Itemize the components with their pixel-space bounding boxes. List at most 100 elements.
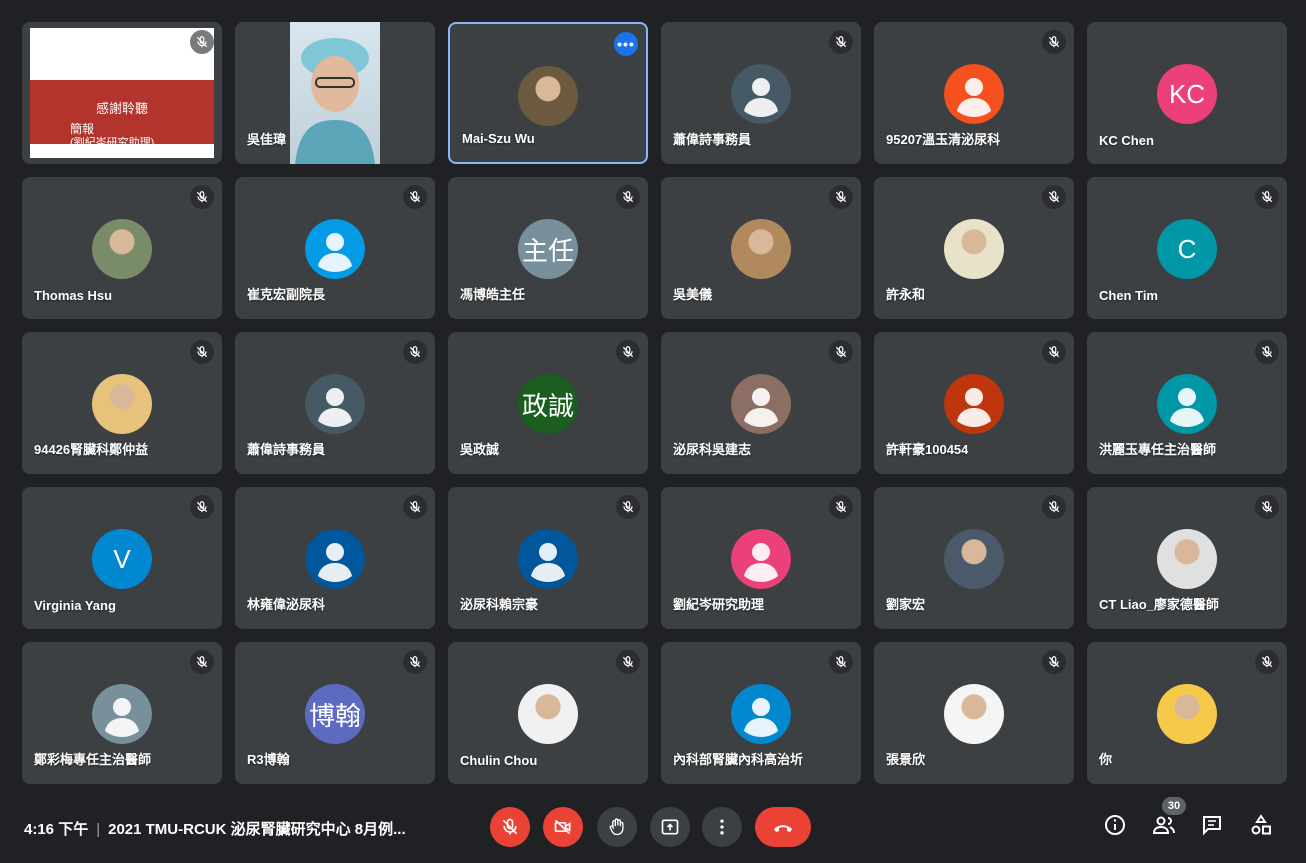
participant-avatar [92, 684, 152, 744]
participant-name: 泌尿科賴宗豪 [460, 597, 539, 612]
participant-avatar [944, 64, 1004, 124]
participant-tile[interactable]: 蕭偉詩事務員 [661, 22, 861, 164]
activities-icon [1251, 814, 1271, 835]
mic-off-icon [829, 185, 853, 209]
bottom-toolbar: 4:16 下午 | 2021 TMU-RCUK 泌尿腎臟研究中心 8月例... [0, 797, 1306, 863]
participant-name: 馮博皓主任 [460, 287, 526, 302]
participant-avatar [731, 529, 791, 589]
participant-avatar [731, 374, 791, 434]
meeting-info[interactable]: 4:16 下午 | 2021 TMU-RCUK 泌尿腎臟研究中心 8月例... [24, 818, 406, 839]
activities-button[interactable] [1247, 811, 1275, 839]
meeting-details-button[interactable] [1101, 811, 1129, 839]
participant-tile[interactable]: 泌尿科吳建志 [661, 332, 861, 474]
avatar-initials: V [113, 543, 131, 574]
participant-name: 劉家宏 [886, 597, 926, 612]
participant-tile[interactable]: 博翰 R3博翰 [235, 642, 435, 784]
shared-slide-video: 感謝聆聽 簡報 (劉紀岑研究助理) [30, 28, 214, 158]
participant-tile[interactable]: ••• Mai-Szu Wu [448, 22, 648, 164]
participant-grid: 感謝聆聽 簡報 (劉紀岑研究助理) 吳佳瑋 ••• Mai-Szu Wu 蕭偉詩事務員 952… [22, 22, 1287, 784]
people-button[interactable] [1150, 811, 1178, 839]
participant-tile[interactable]: Chulin Chou [448, 642, 648, 784]
participant-avatar [92, 374, 152, 434]
end-call-icon [774, 825, 792, 832]
participant-avatar [518, 684, 578, 744]
raise-hand-button[interactable] [597, 807, 637, 847]
participant-avatar [944, 219, 1004, 279]
mic-off-icon [190, 30, 214, 54]
mic-off-icon [616, 495, 640, 519]
participant-tile[interactable]: 政誠吳政誠 [448, 332, 648, 474]
participant-tile[interactable]: 吳美儀 [661, 177, 861, 319]
present-now-button[interactable] [650, 807, 690, 847]
participant-name: 洪麗玉專任主治醫師 [1099, 442, 1217, 457]
participant-tile[interactable]: 你 [1087, 642, 1287, 784]
participant-tile[interactable]: 劉紀岑研究助理 [661, 487, 861, 629]
participant-tile[interactable]: 吳佳瑋 [235, 22, 435, 164]
participant-name: 張景欣 [886, 752, 926, 767]
participant-name: 崔克宏副院長 [247, 287, 326, 302]
participant-video [290, 22, 380, 164]
avatar-initials: 政誠 [521, 390, 574, 421]
participant-avatar [944, 374, 1004, 434]
participant-tile[interactable]: C Chen Tim [1087, 177, 1287, 319]
participant-name: CT Liao_廖家德醫師 [1099, 597, 1219, 612]
participant-tile[interactable]: 蕭偉詩事務員 [235, 332, 435, 474]
participant-avatar: 主任 [518, 219, 578, 279]
avatar-initials: 博翰 [308, 700, 361, 731]
participant-tile[interactable]: 許軒豪100454 [874, 332, 1074, 474]
participant-name: 蕭偉詩事務員 [673, 132, 752, 147]
participant-tile[interactable]: 主任馮博皓主任 [448, 177, 648, 319]
participant-avatar [305, 529, 365, 589]
info-icon [1105, 815, 1125, 835]
people-icon [1152, 816, 1175, 834]
participant-name: 你 [1099, 752, 1113, 767]
participant-tile[interactable]: 洪麗玉專任主治醫師 [1087, 332, 1287, 474]
participant-avatar [944, 684, 1004, 744]
camera-off-icon [554, 819, 571, 835]
participant-name: Mai-Szu Wu [462, 131, 535, 146]
participant-tile[interactable]: 鄭彩梅專任主治醫師 [22, 642, 222, 784]
present-screen-icon [661, 819, 679, 835]
participant-avatar [731, 219, 791, 279]
participant-avatar: 博翰 [305, 684, 365, 744]
participant-tile[interactable]: 94426腎臟科鄭仲益 [22, 332, 222, 474]
participant-name: 內科部腎臟內科高治圻 [673, 752, 804, 767]
more-options-icon [720, 819, 724, 835]
participant-tile[interactable]: 內科部腎臟內科高治圻 [661, 642, 861, 784]
participant-name: 許永和 [886, 287, 926, 302]
participant-tile[interactable]: 林雍偉泌尿科 [235, 487, 435, 629]
participant-tile[interactable]: 95207溫玉清泌尿科 [874, 22, 1074, 164]
participant-name: 吳政誠 [460, 442, 500, 457]
participant-avatar [944, 529, 1004, 589]
mic-toggle-button[interactable] [490, 807, 530, 847]
participant-avatar [305, 374, 365, 434]
participant-tile[interactable]: 許永和 [874, 177, 1074, 319]
slide-caption: (劉紀岑研究助理) [70, 137, 155, 149]
participant-tile[interactable]: CT Liao_廖家德醫師 [1087, 487, 1287, 629]
raise-hand-icon [609, 818, 624, 836]
participant-avatar: C [1157, 219, 1217, 279]
participant-tile[interactable]: 劉家宏 [874, 487, 1074, 629]
tile-more-options-button[interactable]: ••• [614, 32, 638, 56]
participant-avatar: V [92, 529, 152, 589]
participant-avatar [92, 219, 152, 279]
participant-name: R3博翰 [247, 752, 290, 767]
camera-toggle-button[interactable] [543, 807, 583, 847]
more-options-button[interactable] [702, 807, 742, 847]
mic-off-icon [1042, 185, 1066, 209]
leave-call-button[interactable] [755, 807, 811, 847]
participant-name: 泌尿科吳建志 [673, 442, 752, 457]
participant-tile[interactable]: V Virginia Yang [22, 487, 222, 629]
participant-tile[interactable]: Thomas Hsu [22, 177, 222, 319]
participant-tile[interactable]: 泌尿科賴宗豪 [448, 487, 648, 629]
chat-button[interactable] [1198, 811, 1226, 839]
participant-tile[interactable]: 張景欣 [874, 642, 1074, 784]
participant-tile[interactable]: 崔克宏副院長 [235, 177, 435, 319]
participant-avatar [1157, 529, 1217, 589]
participant-name: KC Chen [1099, 133, 1154, 148]
mic-off-icon [1255, 495, 1279, 519]
participant-tile[interactable]: 感謝聆聽 簡報 (劉紀岑研究助理) [22, 22, 222, 164]
participant-tile[interactable]: KC KC Chen [1087, 22, 1287, 164]
mic-off-icon [616, 340, 640, 364]
participant-name: Thomas Hsu [34, 288, 113, 303]
